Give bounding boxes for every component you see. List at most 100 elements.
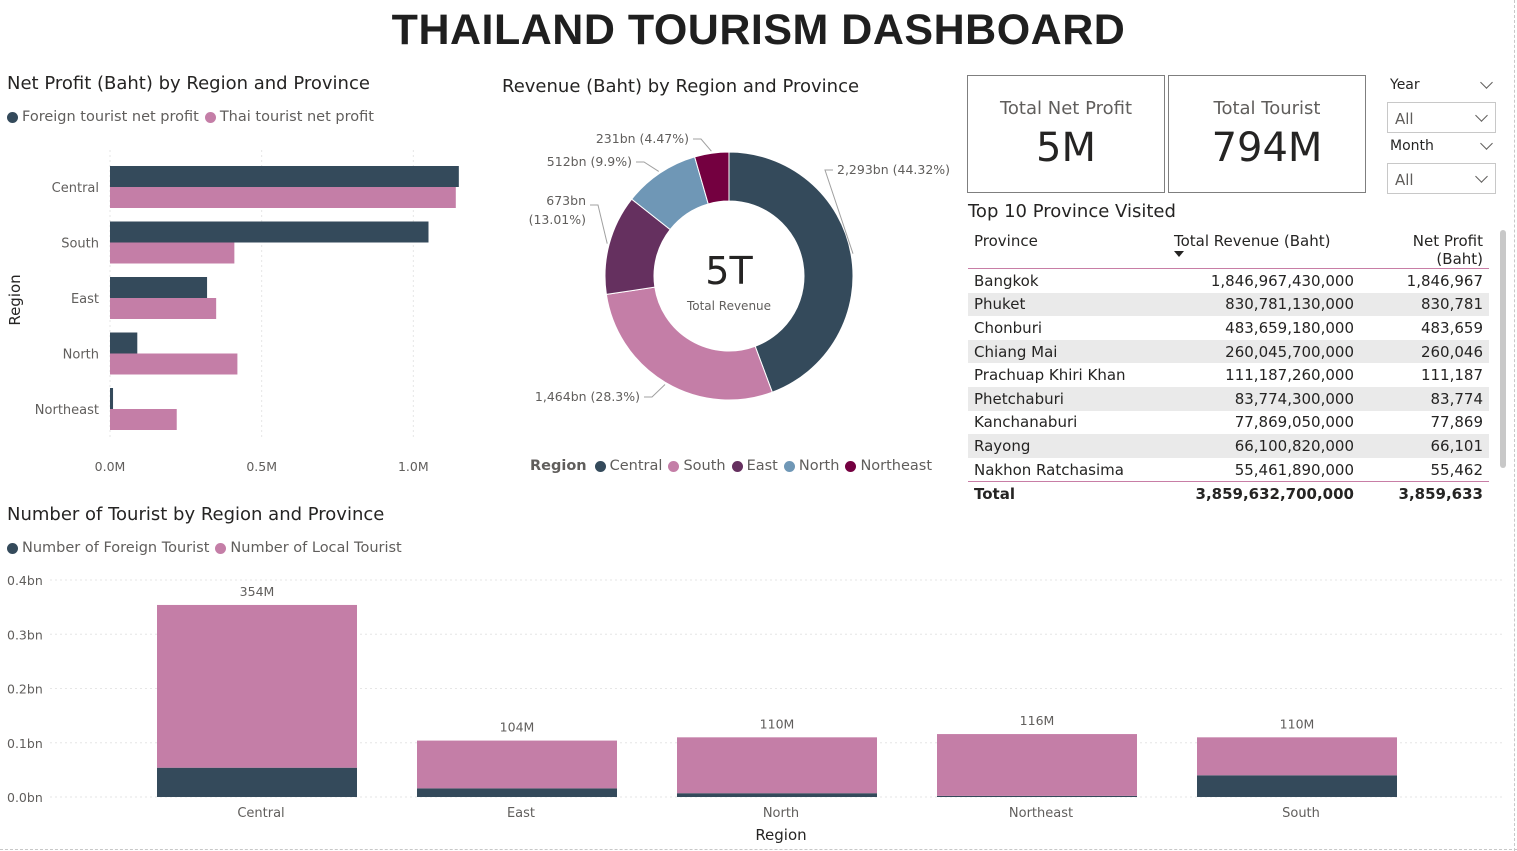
bar-thai-northeast	[110, 409, 177, 430]
legend-dot-pink	[204, 111, 216, 123]
chevron-down-icon[interactable]	[1480, 76, 1493, 89]
legend-item-thai-net-profit[interactable]: Thai tourist net profit	[204, 109, 374, 125]
legend-label: South	[683, 458, 726, 474]
table-row[interactable]: Kanchanaburi 77,869,050,000 77,869	[968, 411, 1489, 435]
sort-descending-icon	[1174, 251, 1184, 257]
cell-province: Prachuap Khiri Khan	[974, 366, 1126, 385]
cell-total-net-profit: 3,859,633	[1360, 481, 1489, 506]
legend-item-central[interactable]: Central	[594, 458, 662, 474]
legend-item-east[interactable]: East	[731, 458, 778, 474]
legend-dot-east	[731, 460, 743, 472]
donut-data-label: 231bn (4.47%)	[596, 131, 689, 146]
legend-item-local-tourist[interactable]: Number of Local Tourist	[215, 540, 402, 556]
legend-item-south[interactable]: South	[668, 458, 726, 474]
x-category-label: North	[763, 806, 799, 821]
cell-total-revenue: 830,781,130,000	[1168, 292, 1360, 317]
tourist-stacked-column-chart[interactable]: 0.0bn 0.1bn 0.2bn 0.3bn 0.4bn 354M Central 104M…	[0, 565, 1510, 847]
column-local-central	[157, 604, 357, 768]
table-row[interactable]: Rayong 66,100,820,000 66,101	[968, 434, 1489, 458]
y-category-label: Northeast	[35, 403, 99, 418]
donut-data-label: 1,464bn (28.3%)	[535, 389, 640, 404]
column-foreign-north	[677, 793, 877, 797]
tourist-legend[interactable]: Number of Foreign Tourist Number of Loca…	[7, 540, 408, 556]
total-net-profit-card[interactable]: Total Net Profit 5M	[967, 75, 1165, 193]
y-category-label: Central	[52, 181, 99, 196]
table-scrollbar[interactable]	[1500, 230, 1506, 468]
legend-dot-northeast	[845, 460, 857, 472]
net-profit-legend[interactable]: Foreign tourist net profit Thai tourist …	[7, 109, 380, 125]
donut-center-value: 5T	[705, 249, 753, 293]
chevron-down-icon[interactable]	[1480, 137, 1493, 150]
bar-thai-east	[110, 298, 217, 319]
cell-total-revenue: 111,187,260,000	[1225, 366, 1354, 385]
dashboard-title: THAILAND TOURISM DASHBOARD	[391, 6, 1126, 54]
column-header-net-profit[interactable]: Net Profit (Baht)	[1360, 232, 1489, 269]
table-row[interactable]: Bangkok 1,846,967,430,000 1,846,967	[968, 269, 1489, 293]
column-local-east	[417, 740, 617, 789]
legend-item-northeast[interactable]: Northeast	[845, 458, 932, 474]
table-row[interactable]: Prachuap Khiri Khan 111,187,260,000 111,18…	[968, 363, 1489, 387]
table-row[interactable]: Phetchaburi 83,774,300,000 83,774	[968, 386, 1489, 411]
y-tick-label: 0.1bn	[7, 736, 43, 751]
cell-province: Rayong	[968, 434, 1168, 458]
chevron-down-icon	[1475, 170, 1488, 183]
cell-net-profit: 260,046	[1360, 339, 1489, 364]
column-header-province[interactable]: Province	[968, 232, 1168, 269]
revenue-donut-chart[interactable]: 2,293bn (44.32%) 1,464bn (28.3%) 673bn (13.…	[500, 115, 960, 425]
x-tick-label: 1.0M	[398, 459, 429, 474]
legend-item-foreign-net-profit[interactable]: Foreign tourist net profit	[7, 109, 199, 125]
top10-province-table[interactable]: Province Total Revenue (Baht) Net Profit…	[968, 232, 1489, 506]
table-body: Bangkok 1,846,967,430,000 1,846,967 Phuket 8…	[968, 269, 1489, 506]
cell-total-revenue: 1,846,967,430,000	[1210, 271, 1354, 290]
month-slicer-label: Month	[1390, 138, 1434, 154]
legend-label: Number of Local Tourist	[230, 540, 402, 556]
x-tick-label: 0.5M	[246, 459, 277, 474]
y-tick-label: 0.3bn	[7, 627, 43, 642]
cell-province: Chiang Mai	[968, 339, 1168, 364]
cell-total-revenue: 483,659,180,000	[1225, 318, 1354, 337]
cell-net-profit: 83,774	[1360, 386, 1489, 411]
donut-leader-line	[590, 204, 608, 244]
revenue-chart-title: Revenue (Baht) by Region and Province	[502, 76, 860, 97]
cell-net-profit: 483,659	[1420, 318, 1483, 337]
year-dropdown[interactable]: All	[1387, 102, 1496, 133]
cell-total-revenue: 260,045,700,000	[1168, 339, 1360, 364]
total-tourist-card[interactable]: Total Tourist 794M	[1168, 75, 1366, 193]
month-dropdown[interactable]: All	[1387, 163, 1496, 194]
legend-label: Northeast	[860, 458, 933, 474]
cell-total-revenue: 77,869,050,000	[1234, 413, 1354, 432]
top10-table-title: Top 10 Province Visited	[968, 201, 1176, 222]
column-local-north	[677, 737, 877, 794]
cell-province: Bangkok	[974, 271, 1039, 290]
year-slicer-label: Year	[1390, 77, 1420, 93]
net-profit-bar-chart[interactable]: 0.0M 0.5M 1.0M Region Central South East North N…	[0, 140, 480, 485]
bar-foreign-northeast	[110, 388, 114, 409]
y-tick-label: 0.4bn	[7, 573, 43, 588]
table-row[interactable]: Phuket 830,781,130,000 830,781	[968, 292, 1489, 317]
table-row[interactable]: Chonburi 483,659,180,000 483,659	[968, 316, 1489, 340]
donut-leader-line	[644, 384, 666, 398]
column-total-label: 116M	[1020, 713, 1055, 728]
legend-title: Region	[530, 458, 587, 474]
legend-dot-pink	[215, 542, 227, 554]
x-category-label: South	[1282, 806, 1320, 821]
canvas-border-right	[1514, 0, 1515, 851]
cell-province: Nakhon Ratchasima	[974, 460, 1124, 479]
cell-total-revenue: 66,100,820,000	[1168, 434, 1360, 458]
revenue-legend[interactable]: Region Central South East North Northeas…	[530, 458, 938, 474]
legend-item-foreign-tourist[interactable]: Number of Foreign Tourist	[7, 540, 209, 556]
card-label: Total Net Profit	[999, 98, 1133, 119]
cell-province: Kanchanaburi	[974, 413, 1078, 432]
card-label: Total Tourist	[1213, 98, 1321, 119]
bar-thai-central	[110, 187, 456, 208]
column-header-total-revenue[interactable]: Total Revenue (Baht)	[1168, 232, 1360, 269]
legend-item-north[interactable]: North	[783, 458, 839, 474]
donut-center-label: Total Revenue	[686, 299, 771, 313]
donut-data-label: 2,293bn (44.32%)	[837, 162, 950, 177]
column-foreign-central	[157, 767, 357, 797]
column-foreign-northeast	[937, 795, 1137, 797]
column-total-label: 110M	[1280, 716, 1315, 731]
table-row[interactable]: Chiang Mai 260,045,700,000 260,046	[968, 339, 1489, 364]
x-axis-title: Region	[755, 826, 806, 844]
table-row[interactable]: Nakhon Ratchasima 55,461,890,000 55,462	[968, 458, 1489, 482]
